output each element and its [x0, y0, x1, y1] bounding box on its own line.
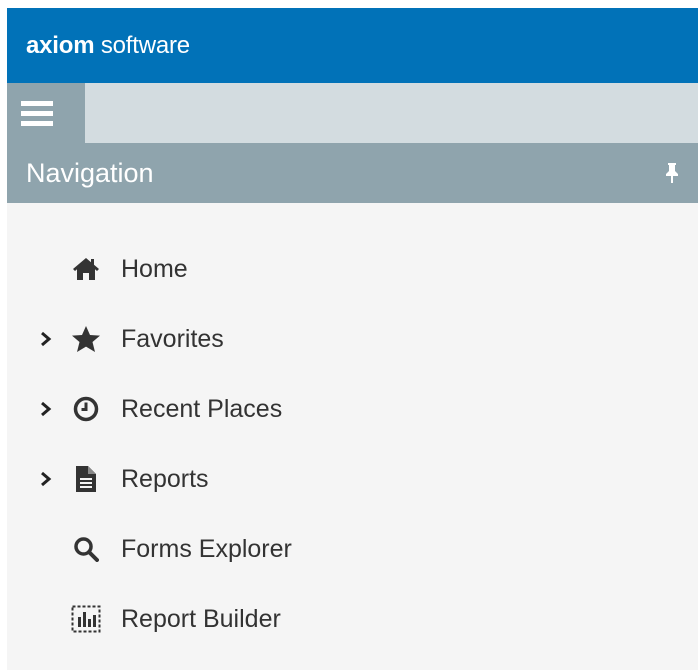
nav-item-label: Forms Explorer — [121, 534, 292, 563]
report-builder-icon — [71, 604, 101, 634]
nav-item-label: Reports — [121, 464, 209, 493]
nav-item-label: Report Builder — [121, 604, 281, 633]
chevron-right-icon[interactable] — [40, 331, 52, 347]
brand-logo: axiom software — [26, 32, 190, 60]
document-icon — [71, 464, 101, 494]
nav-item-label: Favorites — [121, 324, 224, 353]
hamburger-menu-icon — [21, 101, 53, 126]
navigation-list: Home Favorites Recent Places Reports For… — [7, 234, 698, 654]
nav-item-reports[interactable]: Reports — [7, 444, 698, 514]
nav-item-report-builder[interactable]: Report Builder — [7, 584, 698, 654]
app-frame: axiom software Navigation Home Favorites… — [7, 8, 698, 670]
pin-icon[interactable] — [664, 162, 680, 184]
search-icon — [71, 534, 101, 564]
hamburger-menu-button[interactable] — [7, 83, 85, 143]
nav-item-forms-explorer[interactable]: Forms Explorer — [7, 514, 698, 584]
star-icon — [71, 324, 101, 354]
chevron-right-icon[interactable] — [40, 471, 52, 487]
nav-item-label: Home — [121, 254, 188, 283]
navigation-title: Navigation — [26, 157, 154, 188]
toolbar — [7, 83, 698, 143]
chevron-right-icon[interactable] — [40, 401, 52, 417]
home-icon — [71, 254, 101, 284]
nav-item-home[interactable]: Home — [7, 234, 698, 304]
brand-name-light: software — [100, 31, 190, 59]
clock-icon — [71, 394, 101, 424]
brand-bar: axiom software — [7, 8, 698, 83]
navigation-header: Navigation — [7, 143, 698, 203]
nav-item-recent-places[interactable]: Recent Places — [7, 374, 698, 444]
nav-item-label: Recent Places — [121, 394, 283, 423]
brand-name-bold: axiom — [26, 31, 95, 59]
nav-item-favorites[interactable]: Favorites — [7, 304, 698, 374]
